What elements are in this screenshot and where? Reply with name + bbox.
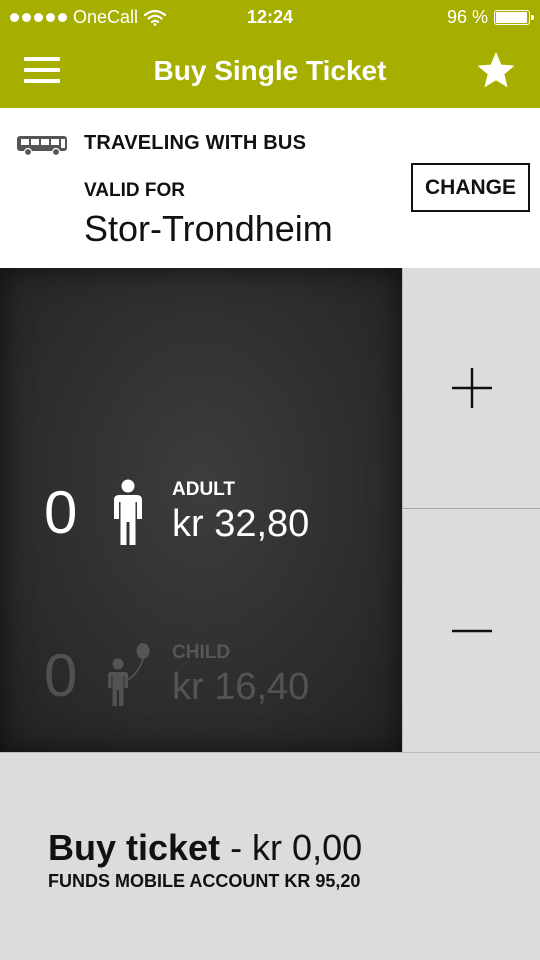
- trip-info: TRAVELING WITH BUS VALID FOR Stor-Trondh…: [0, 108, 540, 268]
- header-bar: OneCall 12:24 96 % Buy Single Ticket: [0, 0, 540, 108]
- page-title: Buy Single Ticket: [153, 55, 387, 86]
- passenger-selector: 0 ADULT kr 32,80 0 CHILD kr 16,40: [0, 268, 402, 752]
- increment-button[interactable]: [402, 268, 540, 509]
- child-with-balloon-icon: [108, 643, 150, 706]
- passenger-row-child[interactable]: 0 CHILD kr 16,40: [0, 636, 402, 726]
- passenger-row-adult[interactable]: 0 ADULT kr 32,80: [0, 473, 402, 563]
- account-funds: FUNDS MOBILE ACCOUNT KR 95,20: [48, 871, 361, 891]
- buy-ticket-button[interactable]: Buy ticket - kr 0,00 FUNDS MOBILE ACCOUN…: [0, 752, 540, 960]
- nav-row: Buy Single Ticket: [0, 40, 540, 104]
- passenger-label-child: CHILD: [172, 642, 231, 663]
- passenger-count-child: 0: [44, 642, 78, 709]
- buy-ticket-label: Buy ticket: [48, 827, 221, 868]
- passenger-count-adult: 0: [44, 479, 78, 546]
- status-right: 96 %: [446, 7, 534, 28]
- status-bar: OneCall 12:24 96 %: [0, 0, 540, 36]
- passenger-price-adult: kr 32,80: [172, 503, 310, 545]
- bus-icon: [17, 136, 67, 157]
- travel-mode-label: TRAVELING WITH BUS: [84, 132, 307, 154]
- favorite-button[interactable]: [474, 48, 518, 92]
- plus-icon: [451, 368, 492, 408]
- battery-fill: [496, 12, 527, 23]
- buy-line: Buy ticket - kr 0,00: [48, 827, 362, 869]
- adult-person-icon: [114, 479, 142, 545]
- battery-percent: 96 %: [446, 7, 488, 27]
- passenger-price-child: kr 16,40: [172, 666, 310, 708]
- decrement-button[interactable]: [402, 510, 540, 752]
- quantity-stepper: [402, 268, 540, 752]
- passenger-label-adult: ADULT: [172, 479, 235, 500]
- minus-icon: [451, 629, 492, 633]
- buy-ticket-price: - kr 0,00: [220, 827, 363, 868]
- battery-icon: [494, 10, 534, 25]
- valid-for-label: VALID FOR: [84, 180, 185, 201]
- change-zone-button[interactable]: CHANGE: [411, 163, 530, 212]
- star-icon: [477, 52, 515, 88]
- zone-name: Stor-Trondheim: [84, 208, 333, 249]
